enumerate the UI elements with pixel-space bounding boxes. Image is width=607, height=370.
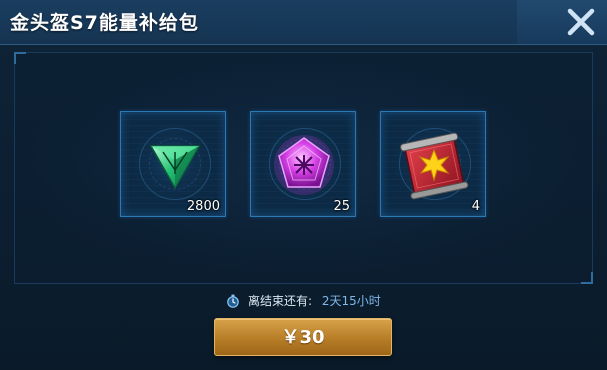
- supply-pack-dialog: 金头盔S7能量补给包 2800 25 4 离结束还有: 2天15小时 ￥30: [0, 0, 607, 370]
- dialog-title: 金头盔S7能量补给包: [10, 12, 199, 34]
- countdown-label: 离结束还有:: [248, 294, 313, 308]
- reward-slot-card[interactable]: 4: [380, 111, 486, 217]
- countdown-value: 2天15小时: [321, 294, 381, 308]
- reward-count: 2800: [186, 199, 220, 214]
- reward-slot-crystal[interactable]: 25: [250, 111, 356, 217]
- reward-count: 25: [333, 199, 350, 214]
- reward-slot-gem[interactable]: 2800: [120, 111, 226, 217]
- countdown-row: 离结束还有: 2天15小时: [0, 292, 607, 312]
- purchase-button[interactable]: ￥30: [214, 318, 392, 356]
- stopwatch-icon: [227, 294, 239, 308]
- dialog-header: 金头盔S7能量补给包: [0, 0, 607, 45]
- close-icon: [567, 8, 595, 36]
- close-button[interactable]: [561, 2, 601, 42]
- reward-count: 4: [471, 199, 480, 214]
